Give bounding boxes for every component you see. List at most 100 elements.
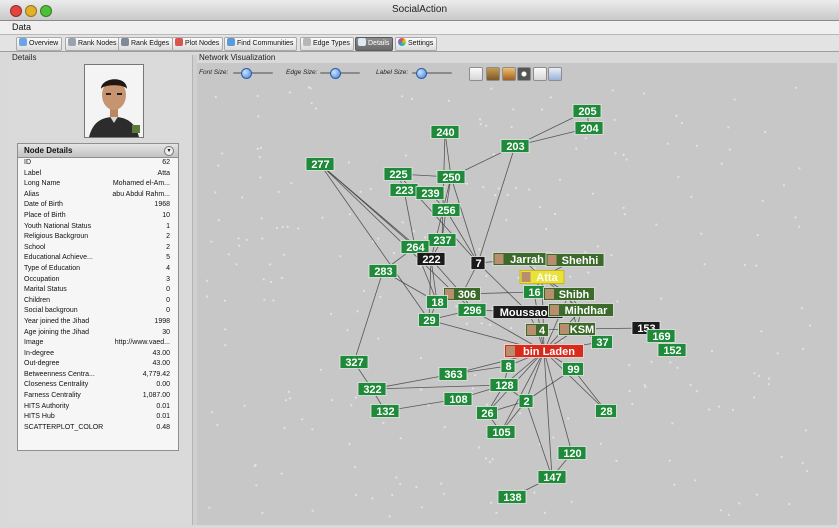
node-detail-row: Date of Birth 1968 bbox=[18, 200, 178, 211]
collapse-icon[interactable]: ▾ bbox=[164, 146, 174, 156]
network-node[interactable]: 240 bbox=[430, 125, 460, 140]
network-node[interactable]: KSM bbox=[558, 322, 596, 337]
tab-rank-nodes[interactable]: Rank Nodes bbox=[65, 37, 121, 51]
background-node-dot bbox=[253, 464, 256, 467]
node-detail-row: Children 0 bbox=[18, 296, 178, 307]
background-node-dot bbox=[277, 190, 280, 193]
network-node[interactable]: bin Laden bbox=[504, 344, 584, 359]
network-node[interactable]: 26 bbox=[476, 406, 498, 421]
network-node[interactable]: 203 bbox=[500, 139, 530, 154]
network-node[interactable]: 4 bbox=[525, 323, 549, 338]
network-node[interactable]: 132 bbox=[370, 404, 400, 419]
background-node-dot bbox=[492, 153, 495, 156]
network-node[interactable]: 120 bbox=[557, 446, 587, 461]
node-detail-value: 1998 bbox=[154, 317, 170, 325]
network-node[interactable]: 363 bbox=[438, 367, 468, 382]
network-node-label: 8 bbox=[505, 361, 511, 373]
background-node-dot bbox=[205, 279, 209, 282]
node-detail-key: HITS Authority bbox=[24, 402, 70, 410]
background-node-dot bbox=[379, 295, 382, 299]
network-node[interactable]: 264 bbox=[400, 240, 430, 255]
tab-details[interactable]: Details bbox=[355, 37, 394, 51]
background-node-dot bbox=[424, 236, 427, 239]
network-node[interactable]: 327 bbox=[339, 355, 369, 370]
network-node[interactable]: Mihdhar bbox=[548, 303, 614, 318]
background-node-dot bbox=[710, 350, 714, 353]
background-node-dot bbox=[767, 377, 771, 380]
network-visualization[interactable]: Font Size: Edge Size: Label Size: 205 204… bbox=[197, 63, 837, 525]
network-node[interactable]: 250 bbox=[436, 170, 466, 185]
background-node-dot bbox=[319, 368, 323, 371]
network-node[interactable]: Shibh bbox=[543, 287, 595, 302]
background-node-dot bbox=[465, 182, 469, 185]
network-node-label: Shehhi bbox=[562, 255, 599, 267]
network-node[interactable]: 322 bbox=[357, 382, 387, 397]
menu-data[interactable]: Data bbox=[12, 22, 31, 32]
background-node-dot bbox=[495, 511, 498, 514]
network-node[interactable]: Atta bbox=[519, 270, 565, 285]
network-node[interactable]: Jarrah bbox=[492, 252, 552, 267]
background-node-dot bbox=[369, 187, 372, 190]
node-layer[interactable]: 205204240203277225 250223 239256237264222 7… bbox=[305, 104, 687, 505]
background-node-dot bbox=[680, 121, 683, 125]
network-node[interactable]: 128 bbox=[489, 378, 519, 393]
network-node[interactable]: 225 bbox=[383, 167, 413, 182]
network-node[interactable]: 147 bbox=[537, 470, 567, 485]
network-node[interactable]: 237 bbox=[427, 233, 457, 248]
network-node[interactable]: 223 bbox=[389, 183, 419, 198]
node-detail-row: Youth National Status 1 bbox=[18, 222, 178, 233]
tab-edge-types[interactable]: Edge Types bbox=[300, 37, 354, 51]
tab-find-communities[interactable]: Find Communities bbox=[224, 37, 298, 51]
background-node-dot bbox=[506, 193, 509, 196]
network-graph[interactable]: 205204240203277225 250223 239256237264222 7… bbox=[197, 63, 837, 525]
network-node[interactable]: 222 bbox=[416, 252, 446, 267]
background-node-dot bbox=[354, 396, 357, 399]
background-node-dot bbox=[443, 425, 446, 429]
network-node[interactable]: 29 bbox=[418, 313, 440, 328]
network-node[interactable]: 204 bbox=[574, 121, 604, 136]
node-detail-value: 43.00 bbox=[152, 349, 170, 357]
background-node-dot bbox=[615, 459, 618, 462]
network-node[interactable]: 37 bbox=[591, 335, 613, 350]
network-node[interactable]: 108 bbox=[443, 392, 473, 407]
network-node[interactable]: 306 bbox=[443, 287, 481, 302]
network-node-label: 108 bbox=[449, 394, 467, 406]
tab-rank-edges[interactable]: Rank Edges bbox=[118, 37, 174, 51]
network-node[interactable]: 169 bbox=[646, 329, 676, 344]
network-node[interactable]: 277 bbox=[305, 157, 335, 172]
tab-overview[interactable]: Overview bbox=[16, 37, 63, 51]
network-node[interactable]: 296 bbox=[457, 303, 487, 318]
network-node[interactable]: 18 bbox=[426, 295, 448, 310]
network-node[interactable]: 239 bbox=[415, 186, 445, 201]
network-node[interactable]: 2 bbox=[518, 394, 534, 409]
background-node-dot bbox=[673, 483, 676, 486]
background-node-dot bbox=[567, 417, 570, 420]
details-pane-title: Details bbox=[12, 53, 37, 62]
background-node-dot bbox=[806, 470, 809, 473]
background-node-dot bbox=[708, 408, 711, 411]
tab-settings[interactable]: Settings bbox=[395, 37, 438, 51]
network-node[interactable]: 105 bbox=[486, 425, 516, 440]
network-node[interactable]: 99 bbox=[562, 362, 584, 377]
node-detail-value: 1,087.00 bbox=[142, 392, 170, 400]
network-node[interactable]: Shehhi bbox=[545, 253, 605, 268]
node-detail-row: Age joining the Jihad 30 bbox=[18, 328, 178, 339]
network-node[interactable]: 256 bbox=[431, 203, 461, 218]
node-detail-value: 4,779.42 bbox=[142, 370, 170, 378]
network-node[interactable]: 205 bbox=[572, 104, 602, 119]
network-node[interactable]: 152 bbox=[657, 343, 687, 358]
tab-plot-nodes[interactable]: Plot Nodes bbox=[172, 37, 224, 51]
background-node-dot bbox=[776, 352, 779, 355]
network-node-label: Jarrah bbox=[510, 254, 544, 266]
network-node[interactable]: 8 bbox=[500, 359, 516, 374]
network-node[interactable]: 7 bbox=[470, 256, 486, 271]
background-node-dot bbox=[631, 402, 634, 406]
network-node[interactable]: 28 bbox=[595, 404, 617, 419]
background-node-dot bbox=[309, 87, 312, 90]
network-node[interactable]: 16 bbox=[523, 285, 545, 300]
network-node[interactable]: 283 bbox=[368, 264, 398, 279]
network-node-label: 327 bbox=[345, 357, 363, 369]
node-photo-thumbnail bbox=[560, 324, 569, 334]
network-node[interactable]: 138 bbox=[497, 490, 527, 505]
background-node-dot bbox=[614, 152, 617, 155]
